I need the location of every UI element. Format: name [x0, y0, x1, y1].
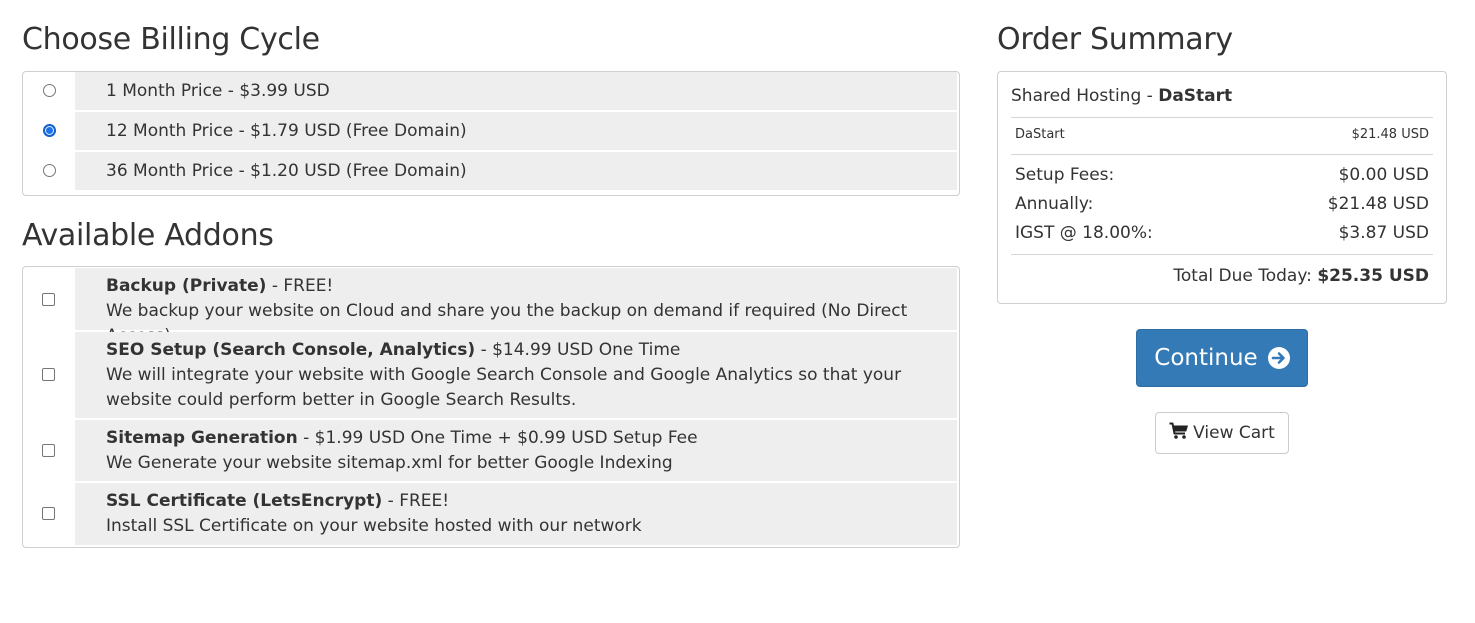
summary-product-name: DaStart	[1158, 86, 1233, 106]
addon-body: SSL Certificate (LetsEncrypt) - FREE! In…	[75, 483, 957, 545]
total-due-today: Total Due Today: $25.35 USD	[1173, 266, 1429, 286]
addon-sitemap-checkbox[interactable]	[42, 444, 55, 457]
shopping-cart-icon	[1169, 422, 1189, 445]
total-amount: $25.35 USD	[1317, 266, 1429, 286]
summary-product-group: Shared Hosting -	[1011, 86, 1159, 106]
order-summary-panel: Shared Hosting - DaStart DaStart $21.48 …	[997, 71, 1447, 304]
total-label: Total Due Today:	[1173, 266, 1318, 286]
addons-panel: Backup (Private) - FREE! We backup your …	[22, 266, 960, 548]
addon-backup-checkbox[interactable]	[42, 293, 55, 306]
setup-fees-label: Setup Fees:	[1015, 165, 1115, 185]
tax-label: IGST @ 18.00%:	[1015, 223, 1153, 243]
continue-button[interactable]: Continue	[1136, 329, 1308, 387]
addon-backup[interactable]: Backup (Private) - FREE! We backup your …	[23, 268, 959, 346]
addon-ssl[interactable]: SSL Certificate (LetsEncrypt) - FREE! In…	[23, 483, 959, 545]
addon-sitemap[interactable]: Sitemap Generation - $1.99 USD One Time …	[23, 420, 959, 481]
addon-description: We will integrate your website with Goog…	[106, 365, 902, 410]
billing-radio-36-month[interactable]	[43, 164, 56, 177]
radio-cell	[23, 72, 75, 110]
arrow-circle-right-icon	[1267, 347, 1290, 369]
addon-seo-checkbox[interactable]	[42, 368, 55, 381]
addon-price: - FREE!	[266, 276, 334, 296]
billing-option-label: 1 Month Price - $3.99 USD	[75, 72, 957, 110]
view-cart-label: View Cart	[1193, 423, 1275, 443]
divider	[1011, 254, 1433, 255]
radio-cell	[23, 152, 75, 190]
billing-cycle-title: Choose Billing Cycle	[22, 22, 320, 57]
order-summary-title: Order Summary	[997, 22, 1233, 57]
addon-name: Backup (Private)	[106, 276, 267, 296]
addon-name: SSL Certificate (LetsEncrypt)	[106, 491, 383, 511]
addon-body: Backup (Private) - FREE! We backup your …	[75, 268, 957, 346]
billing-option-12-month[interactable]: 12 Month Price - $1.79 USD (Free Domain)	[23, 112, 959, 150]
addon-name: SEO Setup (Search Console, Analytics)	[106, 340, 476, 360]
setup-fees-amount: $0.00 USD	[1338, 165, 1429, 185]
addon-seo-setup[interactable]: SEO Setup (Search Console, Analytics) - …	[23, 332, 959, 418]
addon-price: - $1.99 USD One Time + $0.99 USD Setup F…	[297, 428, 698, 448]
checkbox-cell	[23, 268, 75, 330]
checkbox-cell	[23, 420, 75, 481]
summary-line-item-amount: $21.48 USD	[1351, 127, 1429, 142]
billing-radio-12-month[interactable]	[43, 124, 56, 137]
annually-amount: $21.48 USD	[1327, 194, 1429, 214]
billing-option-36-month[interactable]: 36 Month Price - $1.20 USD (Free Domain)	[23, 152, 959, 190]
divider	[1011, 117, 1433, 118]
divider	[1011, 154, 1433, 155]
billing-cycle-panel: 1 Month Price - $3.99 USD 12 Month Price…	[22, 71, 960, 196]
checkbox-cell	[23, 332, 75, 418]
billing-option-1-month[interactable]: 1 Month Price - $3.99 USD	[23, 72, 959, 110]
checkbox-cell	[23, 483, 75, 545]
annually-label: Annually:	[1015, 194, 1094, 214]
view-cart-button[interactable]: View Cart	[1155, 412, 1289, 454]
addon-description: We Generate your website sitemap.xml for…	[106, 453, 673, 473]
tax-amount: $3.87 USD	[1338, 223, 1429, 243]
radio-cell	[23, 112, 75, 150]
addon-price: - $14.99 USD One Time	[475, 340, 681, 360]
available-addons-title: Available Addons	[22, 218, 274, 253]
addon-name: Sitemap Generation	[106, 428, 298, 448]
billing-option-label: 12 Month Price - $1.79 USD (Free Domain)	[75, 112, 957, 150]
addon-body: SEO Setup (Search Console, Analytics) - …	[75, 332, 957, 418]
summary-product: Shared Hosting - DaStart	[1011, 86, 1232, 106]
addon-description: Install SSL Certificate on your website …	[106, 516, 642, 536]
billing-radio-1-month[interactable]	[43, 84, 56, 97]
continue-label: Continue	[1154, 345, 1258, 371]
addon-ssl-checkbox[interactable]	[42, 507, 55, 520]
summary-line-item-label: DaStart	[1015, 127, 1065, 142]
addon-price: - FREE!	[382, 491, 450, 511]
addon-body: Sitemap Generation - $1.99 USD One Time …	[75, 420, 957, 481]
billing-option-label: 36 Month Price - $1.20 USD (Free Domain)	[75, 152, 957, 190]
